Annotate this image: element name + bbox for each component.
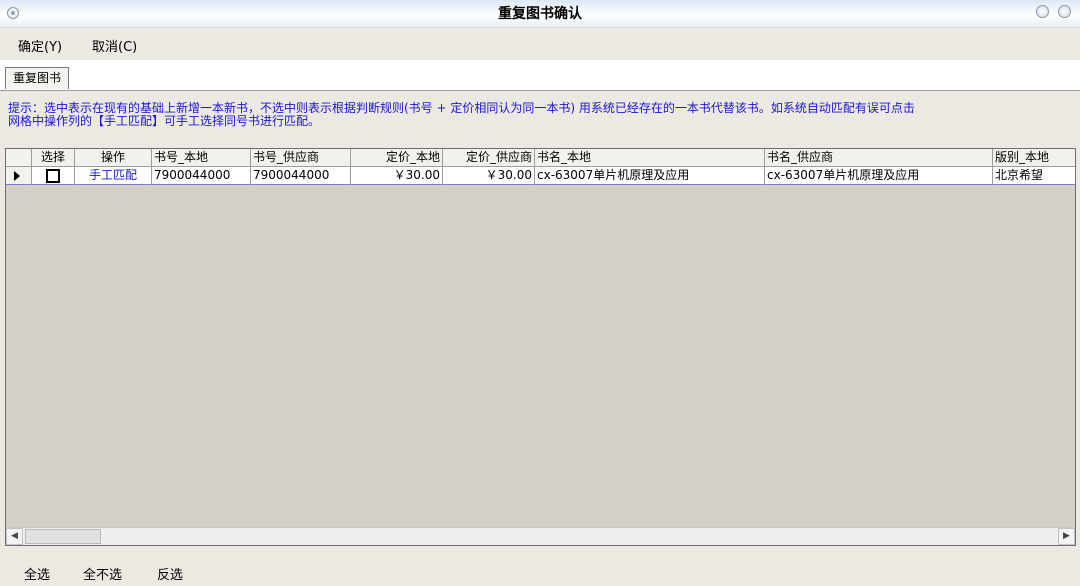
column-header-isbn-supplier[interactable]: 书号_供应商 <box>251 149 351 167</box>
table-cell-publisher-local: 北京希望 <box>993 167 1075 185</box>
hint-line-2: 网格中操作列的【手工匹配】可手工选择同号书进行匹配。 <box>8 114 321 128</box>
column-header-title-supplier[interactable]: 书名_供应商 <box>765 149 993 167</box>
table-cell-isbn-local: 7900044000 <box>152 167 251 185</box>
menu-bar: 确定(Y) 取消(C) <box>0 28 1080 60</box>
current-row-arrow-icon <box>14 171 20 181</box>
cancel-button[interactable]: 取消(C) <box>92 36 137 55</box>
tab-duplicate-books[interactable]: 重复图书 <box>5 67 70 89</box>
column-header-isbn-local[interactable]: 书号_本地 <box>152 149 251 167</box>
scrollbar-thumb[interactable] <box>25 529 101 544</box>
bottom-bar: 全选 全不选 反选 <box>0 547 1080 586</box>
column-header-select[interactable]: 选择 <box>32 149 75 167</box>
table-cell-title-supplier: cx-63007单片机原理及应用 <box>765 167 993 185</box>
scroll-left-icon[interactable]: ◀ <box>6 528 23 545</box>
table-cell-price-supplier: ￥30.00 <box>443 167 535 185</box>
column-header-price-supplier[interactable]: 定价_供应商 <box>443 149 535 167</box>
table-cell-title-local: cx-63007单片机原理及应用 <box>535 167 765 185</box>
column-header-publisher-local[interactable]: 版别_本地 <box>993 149 1075 167</box>
horizontal-scrollbar[interactable]: ◀ ▶ <box>6 527 1075 545</box>
column-header-price-local[interactable]: 定价_本地 <box>351 149 443 167</box>
select-checkbox[interactable] <box>46 169 60 183</box>
column-header-action[interactable]: 操作 <box>75 149 152 167</box>
window-title: 重复图书确认 <box>498 6 582 22</box>
column-header-title-local[interactable]: 书名_本地 <box>535 149 765 167</box>
maximize-icon[interactable] <box>1036 5 1049 18</box>
select-all-button[interactable]: 全选 <box>24 564 50 583</box>
invert-selection-button[interactable]: 反选 <box>157 564 183 583</box>
duplicate-books-grid[interactable]: 选择 操作 书号_本地 书号_供应商 定价_本地 定价_供应商 书名_本地 书名… <box>5 148 1076 546</box>
manual-match-link[interactable]: 手工匹配 <box>75 167 152 185</box>
table-cell-select[interactable] <box>32 167 75 185</box>
table-cell-isbn-supplier: 7900044000 <box>251 167 351 185</box>
ok-button[interactable]: 确定(Y) <box>18 36 62 55</box>
hint-text: 提示：选中表示在现有的基础上新增一本新书，不选中则表示根据判断规则(书号 + 定… <box>8 102 1078 128</box>
row-indicator-header <box>6 149 32 167</box>
scroll-right-icon[interactable]: ▶ <box>1058 528 1075 545</box>
row-indicator[interactable] <box>6 167 32 185</box>
close-icon[interactable] <box>1058 5 1071 18</box>
table-cell-price-local: ￥30.00 <box>351 167 443 185</box>
tab-strip: 重复图书 <box>0 60 1080 91</box>
select-none-button[interactable]: 全不选 <box>83 564 122 583</box>
title-bar: 重复图书确认 <box>0 0 1080 28</box>
